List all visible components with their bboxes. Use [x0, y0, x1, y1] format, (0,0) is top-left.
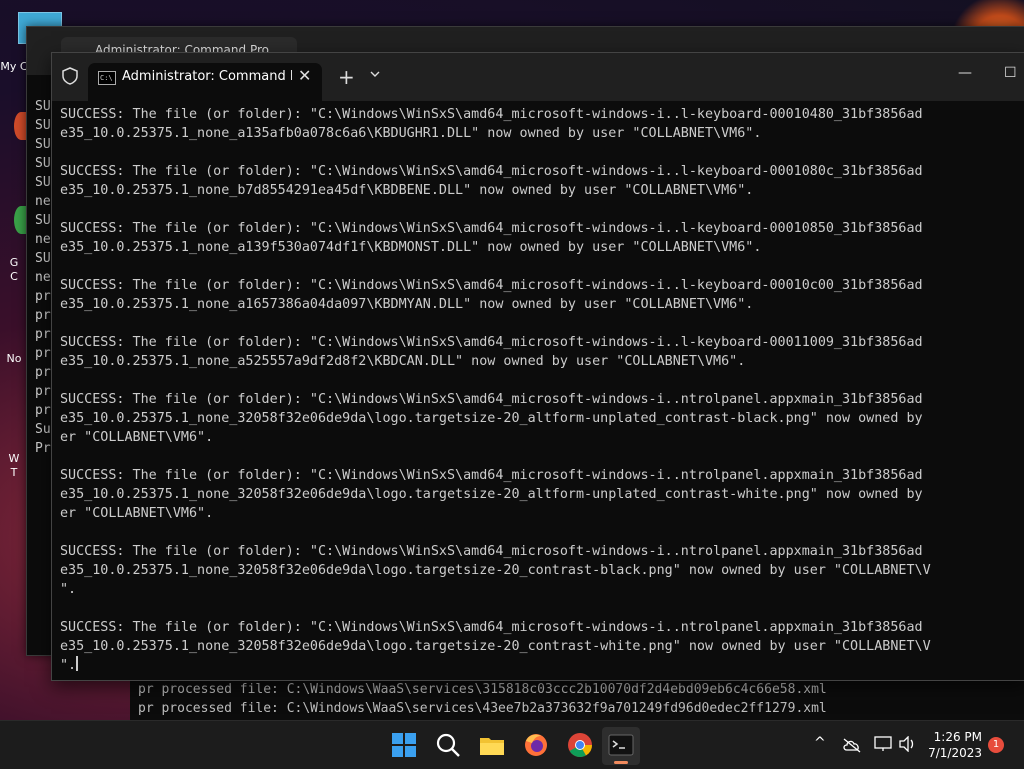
background-terminal-fragment: SU — [35, 213, 51, 228]
background-terminal-fragment: Pr — [35, 441, 51, 456]
terminal-line: er "COLLABNET\VM6". — [60, 506, 214, 521]
terminal-line: SUCCESS: The file (or folder): "C:\Windo… — [60, 278, 923, 293]
firefox-icon[interactable] — [522, 731, 550, 759]
terminal-line: e35_10.0.25375.1_none_a525557a9df2d8f2\K… — [60, 354, 746, 369]
desktop-icon-label[interactable]: W — [0, 452, 28, 465]
cloud-offline-icon[interactable] — [842, 737, 862, 753]
desktop-icon-label[interactable]: G — [0, 256, 28, 269]
background-terminal-fragment: pr — [35, 308, 51, 323]
file-explorer-icon[interactable] — [478, 731, 506, 759]
background-terminal-fragment: SU — [35, 118, 51, 133]
desktop-icon-label[interactable]: T — [0, 466, 28, 479]
notification-badge[interactable]: 1 — [988, 737, 1004, 753]
background-terminal-fragment: pr — [35, 384, 51, 399]
terminal-line: SUCCESS: The file (or folder): "C:\Windo… — [60, 392, 923, 407]
terminal-line: ". — [60, 582, 77, 597]
background-terminal-fragment: SU — [35, 156, 51, 171]
terminal-line: SUCCESS: The file (or folder): "C:\Windo… — [60, 468, 923, 483]
terminal-taskbar-button[interactable] — [602, 727, 640, 765]
terminal-line: SUCCESS: The file (or folder): "C:\Windo… — [60, 164, 923, 179]
desktop-icon-label[interactable]: No — [0, 352, 28, 365]
background-terminal-fragment: pr — [35, 327, 51, 342]
terminal-line: e35_10.0.25375.1_none_32058f32e06de9da\l… — [60, 411, 923, 426]
background-terminal-text: SU SU SU SU SU ne SU ne SU ne pr pr pr pr pr pr pr Su Pr — [35, 97, 51, 458]
admin-shield-icon — [62, 67, 78, 85]
system-clock[interactable]: 1:26 PM 7/1/2023 — [926, 729, 982, 761]
background-terminal-fragment: pr — [35, 365, 51, 380]
terminal-output[interactable]: SUCCESS: The file (or folder): "C:\Windo… — [60, 105, 1024, 680]
terminal-line: e35_10.0.25375.1_none_32058f32e06de9da\l… — [60, 639, 931, 654]
terminal-icon — [608, 734, 634, 756]
chrome-icon[interactable] — [566, 731, 594, 759]
background-terminal-fragment: Su — [35, 422, 51, 437]
clock-date: 7/1/2023 — [928, 746, 982, 760]
back-terminal-line: pr processed file: C:\Windows\WaaS\servi… — [138, 701, 827, 716]
desktop-icon-label[interactable]: C — [0, 270, 28, 283]
terminal-line: ". — [60, 656, 79, 673]
terminal-line: e35_10.0.25375.1_none_b7d8554291ea45df\K… — [60, 183, 754, 198]
background-terminal-fragment: SU — [35, 137, 51, 152]
background-terminal-fragment: ne — [35, 232, 51, 247]
back-terminal-line: pr processed file: C:\Windows\WaaS\servi… — [138, 682, 827, 697]
tab-title: Administrator: Command Prc — [122, 69, 292, 84]
background-terminal-fragment: ne — [35, 194, 51, 209]
tab-command-prompt[interactable]: C:\ Administrator: Command Prc ✕ — [88, 63, 322, 101]
minimize-button[interactable]: — — [958, 65, 972, 81]
terminal-line: e35_10.0.25375.1_none_a139f530a074df1f\K… — [60, 240, 762, 255]
terminal-line: SUCCESS: The file (or folder): "C:\Windo… — [60, 544, 923, 559]
cmd-icon: C:\ — [98, 71, 116, 85]
new-tab-button[interactable]: + — [338, 65, 355, 89]
background-terminal-fragment: pr — [35, 346, 51, 361]
maximize-button[interactable]: ☐ — [1004, 65, 1017, 81]
background-terminal-fragment: SU — [35, 251, 51, 266]
terminal-line: SUCCESS: The file (or folder): "C:\Windo… — [60, 620, 923, 635]
search-icon[interactable] — [434, 731, 462, 759]
titlebar[interactable]: C:\ Administrator: Command Prc ✕ + — ☐ — [52, 53, 1024, 101]
terminal-line: SUCCESS: The file (or folder): "C:\Windo… — [60, 107, 923, 122]
close-tab-icon[interactable]: ✕ — [298, 66, 311, 85]
background-terminal-fragment: pr — [35, 289, 51, 304]
clock-time: 1:26 PM — [933, 730, 982, 744]
terminal-line: er "COLLABNET\VM6". — [60, 430, 214, 445]
show-hidden-icons-button[interactable]: ^ — [814, 735, 826, 751]
background-terminal-fragment: SU — [35, 99, 51, 114]
terminal-line: e35_10.0.25375.1_none_a1657386a04da097\K… — [60, 297, 754, 312]
volume-icon[interactable] — [898, 736, 916, 752]
background-terminal-fragment: SU — [35, 175, 51, 190]
terminal-window[interactable]: C:\ Administrator: Command Prc ✕ + — ☐ S… — [51, 52, 1024, 681]
terminal-line: SUCCESS: The file (or folder): "C:\Windo… — [60, 221, 923, 236]
terminal-line: SUCCESS: The file (or folder): "C:\Windo… — [60, 335, 923, 350]
taskbar: ^ 1:26 PM 7/1/2023 1 — [0, 720, 1024, 769]
desktop-icon-label[interactable]: My C — [0, 60, 28, 73]
back-terminal-window[interactable]: pr processed file: C:\Windows\WaaS\servi… — [130, 676, 1024, 720]
terminal-line: e35_10.0.25375.1_none_32058f32e06de9da\l… — [60, 487, 923, 502]
active-indicator — [614, 761, 628, 764]
chevron-down-icon[interactable] — [370, 69, 380, 79]
terminal-line: e35_10.0.25375.1_none_a135afb0a078c6a6\K… — [60, 126, 762, 141]
network-icon[interactable] — [874, 736, 892, 752]
background-terminal-fragment: pr — [35, 403, 51, 418]
start-icon[interactable] — [390, 731, 418, 759]
background-terminal-fragment: ne — [35, 270, 51, 285]
text-cursor — [76, 656, 79, 671]
terminal-line: e35_10.0.25375.1_none_32058f32e06de9da\l… — [60, 563, 931, 578]
